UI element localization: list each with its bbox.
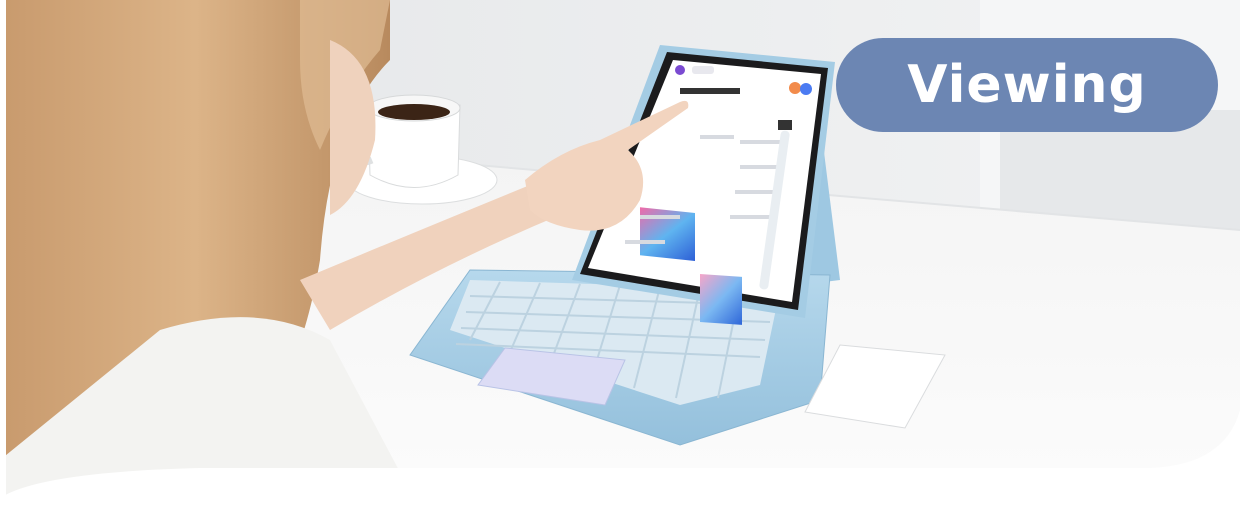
viewing-badge: Viewing (836, 38, 1218, 132)
left-frame (0, 0, 6, 510)
product-banner: Viewing (0, 0, 1240, 510)
coffee (378, 104, 450, 120)
viewing-label: Viewing (907, 55, 1147, 115)
